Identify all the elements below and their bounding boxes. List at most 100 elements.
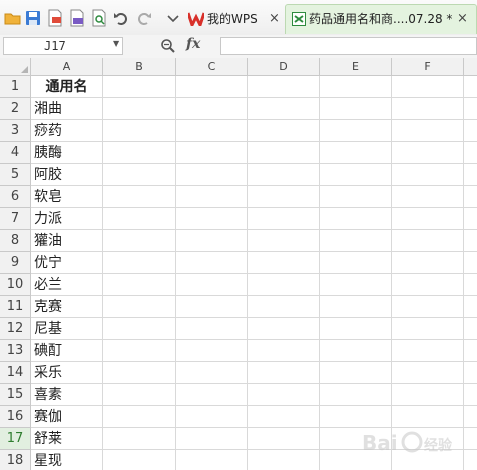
cell[interactable] [248, 296, 320, 318]
cell[interactable] [103, 98, 176, 120]
cell[interactable] [248, 406, 320, 428]
cell[interactable] [248, 340, 320, 362]
row-header[interactable]: 12 [0, 318, 31, 340]
row-header[interactable]: 9 [0, 252, 31, 274]
column-header-b[interactable]: B [103, 58, 176, 76]
redo-icon[interactable] [135, 9, 153, 27]
cell[interactable]: 碘酊 [31, 340, 103, 362]
cell[interactable] [176, 274, 248, 296]
cell[interactable] [103, 208, 176, 230]
cell[interactable] [103, 164, 176, 186]
cell[interactable] [320, 362, 392, 384]
cell[interactable] [103, 362, 176, 384]
name-box[interactable]: J17 [3, 37, 123, 55]
undo-icon[interactable] [112, 9, 130, 27]
tab-my-wps[interactable]: 我的WPS × [186, 6, 282, 32]
cell[interactable] [103, 186, 176, 208]
cell[interactable] [464, 296, 477, 318]
cell[interactable] [103, 296, 176, 318]
cell[interactable] [320, 384, 392, 406]
cell[interactable] [248, 230, 320, 252]
cell[interactable]: 喜素 [31, 384, 103, 406]
cell[interactable] [320, 186, 392, 208]
cell[interactable] [392, 142, 464, 164]
cell[interactable] [103, 340, 176, 362]
cell[interactable] [176, 142, 248, 164]
row-header[interactable]: 8 [0, 230, 31, 252]
insert-function-button[interactable]: fx [186, 36, 200, 52]
cell[interactable] [392, 296, 464, 318]
cell[interactable] [320, 340, 392, 362]
cell[interactable] [464, 120, 477, 142]
cell[interactable] [176, 340, 248, 362]
cell[interactable] [176, 384, 248, 406]
cell[interactable]: 痧药 [31, 120, 103, 142]
cell[interactable] [464, 230, 477, 252]
cell[interactable]: 赛伽 [31, 406, 103, 428]
cell[interactable]: 优宁 [31, 252, 103, 274]
cell[interactable] [103, 120, 176, 142]
row-header[interactable]: 4 [0, 142, 31, 164]
cell[interactable] [392, 318, 464, 340]
cell[interactable] [320, 142, 392, 164]
cell[interactable] [464, 76, 477, 98]
column-header-a[interactable]: A [31, 58, 103, 76]
row-header[interactable]: 14 [0, 362, 31, 384]
cell[interactable] [248, 164, 320, 186]
print-icon[interactable] [68, 9, 86, 27]
cell[interactable] [320, 252, 392, 274]
cell[interactable] [320, 98, 392, 120]
cell[interactable] [392, 230, 464, 252]
column-header-c[interactable]: C [176, 58, 248, 76]
cell[interactable] [176, 252, 248, 274]
column-header-overflow[interactable] [464, 58, 477, 76]
cell[interactable] [103, 428, 176, 450]
cell[interactable] [176, 230, 248, 252]
close-tab-icon[interactable]: × [269, 6, 280, 32]
cell[interactable]: 采乐 [31, 362, 103, 384]
cell[interactable] [464, 362, 477, 384]
cell[interactable] [320, 318, 392, 340]
cell[interactable] [103, 384, 176, 406]
cell[interactable] [464, 318, 477, 340]
cell[interactable] [176, 164, 248, 186]
cell[interactable] [320, 296, 392, 318]
cell[interactable] [248, 450, 320, 470]
cell[interactable] [320, 164, 392, 186]
cell[interactable]: 克赛 [31, 296, 103, 318]
print-preview-icon[interactable] [90, 9, 108, 27]
row-header[interactable]: 3 [0, 120, 31, 142]
open-folder-icon[interactable] [4, 9, 22, 27]
cell[interactable] [176, 406, 248, 428]
cell[interactable] [248, 318, 320, 340]
zoom-icon[interactable] [160, 38, 176, 54]
cell[interactable] [248, 384, 320, 406]
cell[interactable] [392, 384, 464, 406]
cell[interactable] [248, 142, 320, 164]
cell[interactable] [464, 208, 477, 230]
cell[interactable] [392, 208, 464, 230]
cell[interactable] [320, 208, 392, 230]
cell[interactable] [464, 142, 477, 164]
cell[interactable] [248, 428, 320, 450]
cell[interactable] [103, 142, 176, 164]
row-header[interactable]: 11 [0, 296, 31, 318]
cell[interactable] [392, 76, 464, 98]
row-header[interactable]: 7 [0, 208, 31, 230]
cell[interactable] [248, 208, 320, 230]
cell[interactable] [392, 362, 464, 384]
cell[interactable] [103, 450, 176, 470]
cell[interactable] [103, 230, 176, 252]
cell[interactable] [320, 120, 392, 142]
cell[interactable] [176, 450, 248, 470]
cell[interactable] [464, 186, 477, 208]
cell[interactable] [320, 76, 392, 98]
cell[interactable] [103, 252, 176, 274]
formula-input[interactable] [220, 37, 477, 55]
cell[interactable] [464, 384, 477, 406]
cell[interactable] [176, 120, 248, 142]
row-header[interactable]: 18 [0, 450, 31, 470]
cell[interactable] [392, 120, 464, 142]
cell[interactable] [176, 208, 248, 230]
cell[interactable]: 尼基 [31, 318, 103, 340]
